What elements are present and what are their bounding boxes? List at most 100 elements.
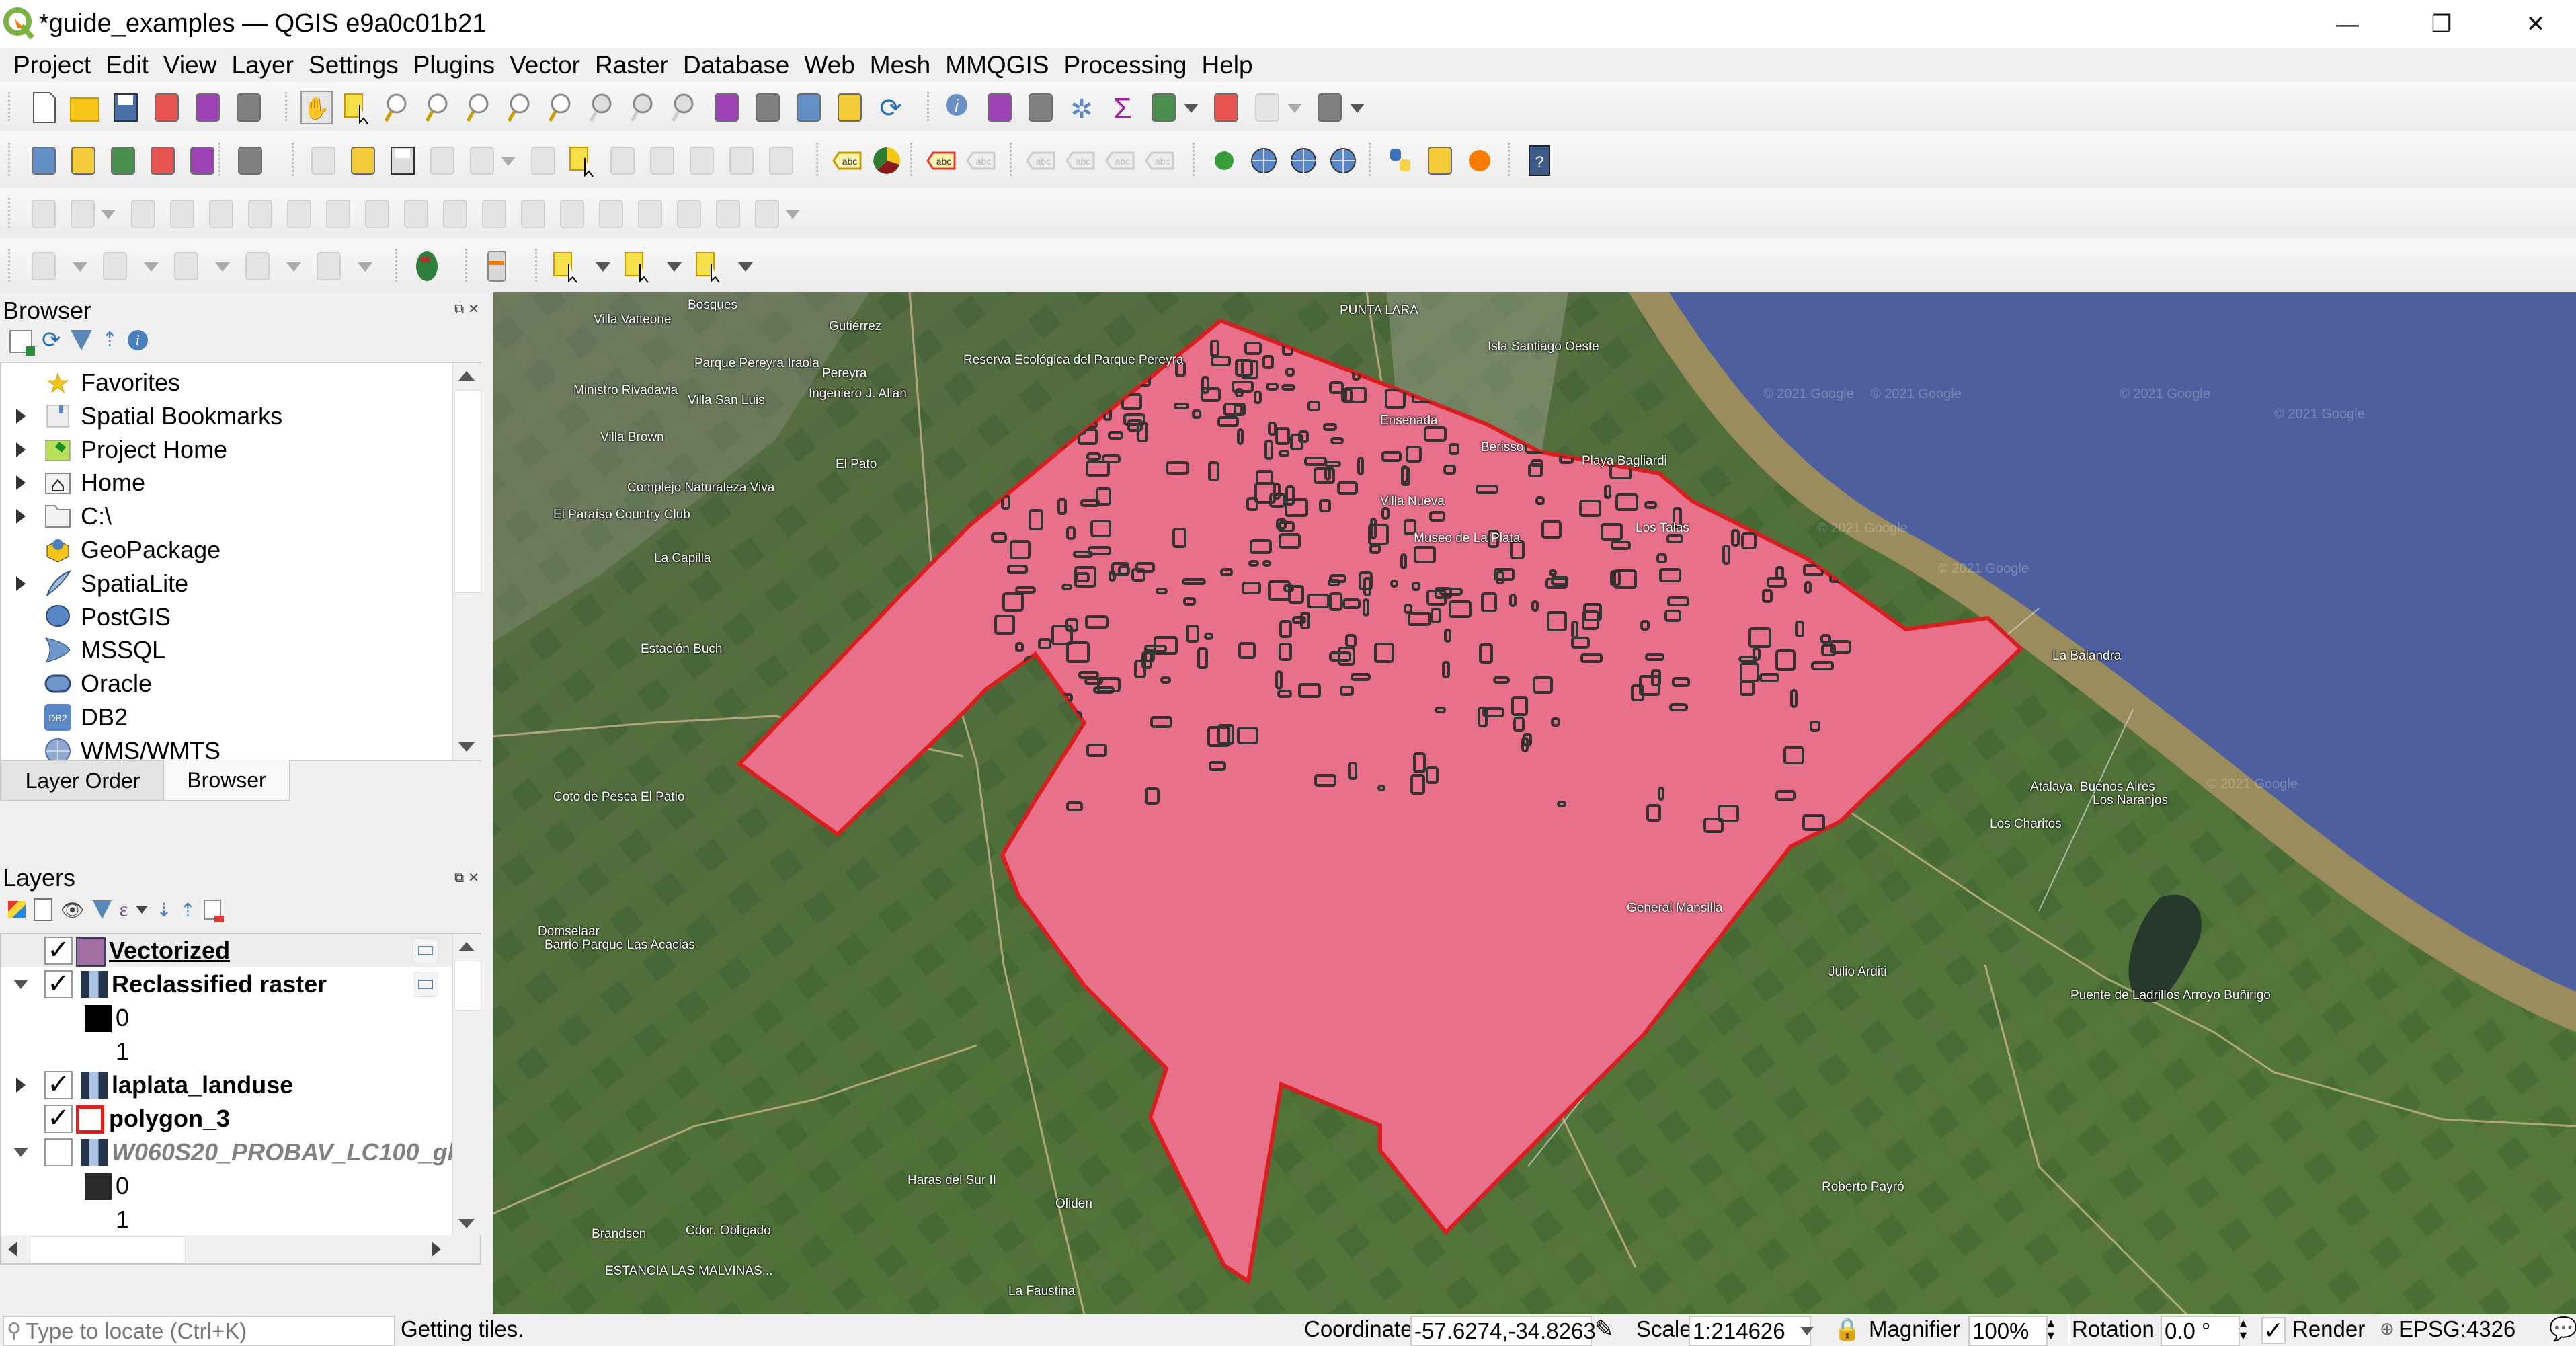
plugin-icon[interactable] — [1423, 143, 1457, 178]
scroll-thumb[interactable] — [454, 961, 481, 1011]
current-edits-icon[interactable] — [307, 143, 340, 178]
new-shapefile-layer-icon[interactable] — [106, 143, 140, 178]
tab-browser[interactable]: Browser — [163, 760, 290, 801]
scroll-thumb[interactable] — [454, 390, 481, 593]
chevron-down-icon[interactable] — [667, 262, 682, 272]
fill-ring-icon[interactable] — [282, 196, 316, 231]
chevron-down-icon[interactable] — [136, 906, 149, 914]
run-action-icon[interactable] — [1250, 90, 1284, 125]
new-geopackage-layer-icon[interactable] — [67, 143, 100, 178]
pan-to-selection-icon[interactable] — [341, 90, 374, 125]
split-features-icon[interactable] — [516, 196, 550, 231]
layer-visibility-checkbox[interactable]: ✓ — [44, 1071, 73, 1099]
measure-icon[interactable] — [1147, 90, 1180, 125]
minimize-button[interactable]: — — [2300, 0, 2394, 48]
layers-hscrollbar[interactable] — [0, 1235, 481, 1265]
layer-visibility-checkbox[interactable]: ✓ — [44, 970, 73, 998]
pan-icon[interactable]: ✋ — [300, 90, 333, 125]
add-rectangle-icon[interactable] — [241, 249, 274, 284]
paste-features-icon[interactable] — [685, 143, 719, 178]
field-calculator-icon[interactable] — [1024, 90, 1057, 125]
zoom-full-icon[interactable] — [464, 90, 497, 125]
redo-icon[interactable] — [764, 143, 798, 178]
toolbar-grip[interactable] — [8, 198, 14, 228]
select-by-expression-icon[interactable] — [621, 249, 655, 284]
style-manager-icon[interactable] — [232, 90, 266, 125]
toggle-editing-icon[interactable] — [346, 143, 380, 178]
osm-icon[interactable] — [1207, 143, 1241, 178]
split-parts-icon[interactable] — [477, 196, 511, 231]
delete-part-icon[interactable] — [360, 196, 394, 231]
style-panel-icon[interactable] — [8, 901, 26, 918]
browser-item[interactable]: Home — [1, 466, 452, 500]
temporal-controller-icon[interactable] — [833, 90, 867, 125]
farm-plugin-icon[interactable] — [410, 249, 444, 284]
menu-project[interactable]: Project — [0, 48, 98, 82]
new-map-view-icon[interactable] — [710, 90, 743, 125]
locator-search-input[interactable]: ⚲ Type to locate (Ctrl+K) — [3, 1316, 395, 1346]
processing-toolbox-icon[interactable]: ✲ — [1065, 90, 1098, 125]
new-virtual-layer-icon[interactable] — [233, 143, 267, 178]
map-canvas[interactable]: Bosques Villa Vatteone Gutiérrez Parque Per… — [493, 292, 2576, 1314]
layer-visibility-checkbox[interactable] — [44, 1138, 73, 1166]
db-plugin-icon[interactable] — [480, 249, 514, 284]
close-button[interactable]: ✕ — [2489, 0, 2576, 48]
scroll-up-arrow-icon[interactable] — [458, 371, 475, 381]
chevron-down-icon[interactable] — [1287, 104, 1302, 113]
add-part-icon[interactable] — [243, 196, 277, 231]
delete-ring-icon[interactable] — [321, 196, 355, 231]
menu-edit[interactable]: Edit — [98, 48, 156, 82]
expand-arrow-icon[interactable] — [16, 442, 26, 457]
menu-web[interactable]: Web — [797, 48, 862, 82]
label-change-icon[interactable]: abc — [1143, 143, 1177, 178]
magnifier-spin-arrows[interactable]: ▲ ▼ — [2045, 1314, 2057, 1343]
crs-button[interactable]: EPSG:4326 — [2399, 1314, 2515, 1343]
collapse-all-icon[interactable]: ⇡ — [180, 899, 196, 921]
filter-legend-icon[interactable] — [92, 900, 112, 919]
browser-item[interactable]: MSSQL — [1, 633, 452, 667]
save-edits-icon[interactable] — [386, 143, 419, 178]
layer-item[interactable]: ✓ Reclassified raster — [1, 967, 452, 1001]
attribute-table-icon[interactable] — [983, 90, 1016, 125]
menu-mesh[interactable]: Mesh — [862, 48, 938, 82]
scroll-down-arrow-icon[interactable] — [458, 742, 475, 752]
label-show-hide-icon[interactable]: abc — [1024, 143, 1058, 178]
new-temporary-layer-icon[interactable] — [186, 143, 219, 178]
help-icon[interactable]: ? — [1523, 143, 1556, 178]
add-polygon-icon[interactable] — [426, 143, 459, 178]
chevron-down-icon[interactable] — [358, 262, 372, 272]
layers-dock-buttons[interactable]: ⧉✕ — [454, 869, 483, 886]
menu-settings[interactable]: Settings — [301, 48, 406, 82]
menu-raster[interactable]: Raster — [588, 48, 676, 82]
embedded-widget-icon[interactable] — [413, 972, 438, 997]
chevron-down-icon[interactable] — [144, 262, 159, 272]
toolbar-grip[interactable] — [8, 91, 14, 122]
menu-help[interactable]: Help — [1194, 48, 1260, 82]
browser-item[interactable]: Spatial Bookmarks — [1, 399, 452, 433]
python-console-icon[interactable] — [1383, 143, 1417, 178]
add-regular-polygon-icon[interactable] — [312, 249, 346, 284]
add-circle-icon[interactable] — [98, 249, 132, 284]
add-group-icon[interactable] — [34, 898, 52, 921]
menu-layer[interactable]: Layer — [224, 48, 301, 82]
zoom-native-icon[interactable] — [587, 90, 620, 125]
new-bookmark-icon[interactable] — [751, 90, 784, 125]
hscroll-thumb[interactable] — [30, 1236, 186, 1263]
deselect-features-icon[interactable] — [692, 249, 726, 284]
chevron-down-icon[interactable] — [501, 156, 516, 166]
browser-scrollbar[interactable] — [452, 363, 481, 760]
render-checkbox[interactable]: ✓ — [2261, 1316, 2286, 1344]
browser-item[interactable]: DB2 DB2 — [1, 701, 452, 734]
magnifier-spinbox[interactable]: 100% — [1968, 1316, 2048, 1346]
simplify-icon[interactable] — [165, 196, 199, 231]
browser-item[interactable]: ★ Favorites — [1, 366, 452, 399]
cut-features-icon[interactable] — [606, 143, 639, 178]
digitize-shape-icon[interactable] — [27, 196, 61, 231]
move-feature-icon[interactable] — [66, 196, 99, 231]
layer-visibility-checkbox[interactable]: ✓ — [44, 937, 73, 965]
expand-all-icon[interactable]: ⇣ — [156, 899, 171, 921]
restore-button[interactable]: ❐ — [2394, 0, 2489, 48]
browser-item[interactable]: GeoPackage — [1, 533, 452, 567]
undo-icon[interactable] — [725, 143, 758, 178]
expand-arrow-icon[interactable] — [16, 475, 26, 491]
